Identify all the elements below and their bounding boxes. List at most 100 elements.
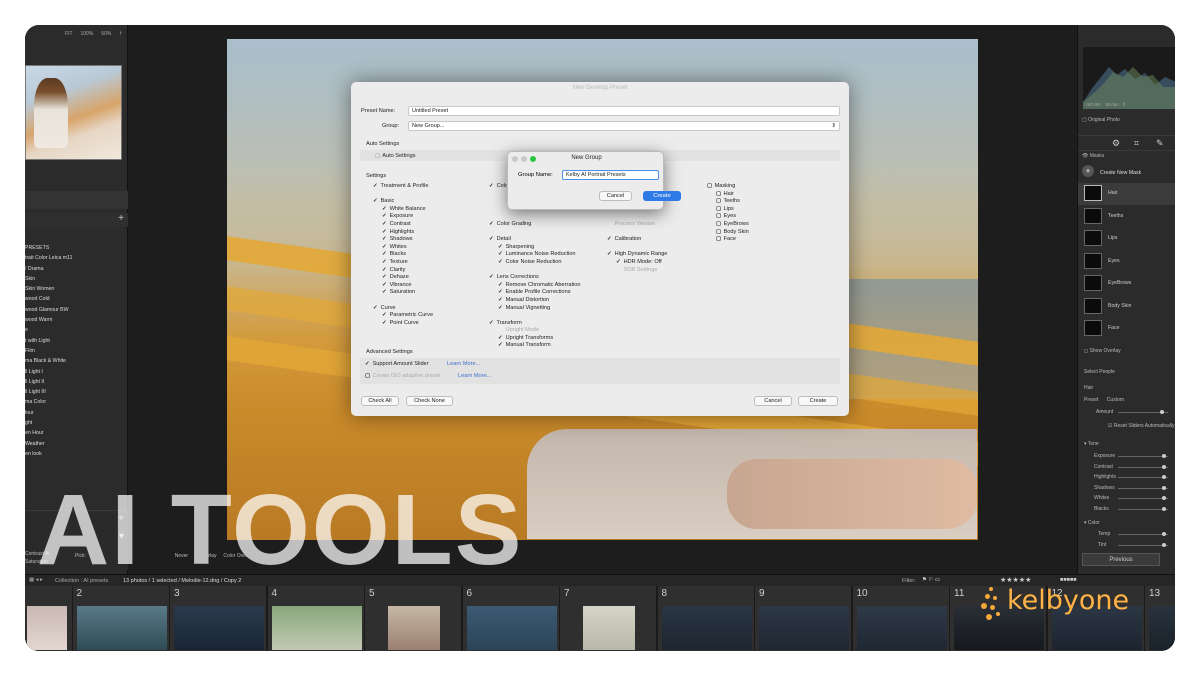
filmstrip-cell[interactable]: 7 xyxy=(560,586,657,651)
setting-checkbox[interactable]: ✓ Saturation xyxy=(373,289,433,297)
filter-flags-icon[interactable]: ⚑ ⚐ ▭ xyxy=(922,577,940,583)
preset-item[interactable]: Skin Women xyxy=(25,284,128,294)
setting-checkbox[interactable]: ✓ Treatment & Profile xyxy=(373,183,433,191)
mask-row[interactable]: Eyes xyxy=(1078,251,1175,273)
preset-item[interactable]: ma Color xyxy=(25,397,128,407)
grid-icon[interactable]: ▦ ◂ ▸ xyxy=(29,577,43,583)
setting-checkbox[interactable]: ✓ Dehaze xyxy=(373,274,433,282)
tone-slider[interactable] xyxy=(1118,464,1168,469)
setting-checkbox[interactable]: ✓ Manual Distortion xyxy=(489,297,581,305)
preset-item[interactable]: wood Glamour BW xyxy=(25,305,128,315)
create-new-mask-button[interactable]: + Create New Mask xyxy=(1082,165,1141,177)
setting-checkbox[interactable]: ▢ Face xyxy=(707,236,749,244)
setting-checkbox[interactable]: ✓ Remove Chromatic Aberration xyxy=(489,282,581,290)
support-amount-checkbox[interactable]: ✓ Support Amount Slider xyxy=(365,361,429,367)
setting-checkbox[interactable]: ✓ Basic xyxy=(373,198,433,206)
zoom-fit[interactable]: FIT xyxy=(65,31,73,37)
setting-checkbox[interactable]: ✓ Color Grading xyxy=(489,221,581,229)
setting-checkbox[interactable]: ▢ EyeBrows xyxy=(707,221,749,229)
tone-slider[interactable] xyxy=(1118,485,1168,490)
add-preset-icon[interactable]: + xyxy=(118,213,124,224)
filmstrip-cell[interactable]: 2 xyxy=(72,586,170,651)
setting-checkbox[interactable]: ▢ Teeths xyxy=(707,198,749,206)
auto-settings-checkbox[interactable]: ▢ Auto Settings xyxy=(375,153,416,159)
preset-item[interactable]: / Drama xyxy=(25,264,128,274)
mask-row[interactable]: EyeBrows xyxy=(1078,273,1175,295)
setting-checkbox[interactable]: ✓ Curve xyxy=(373,305,433,313)
learn-more-link[interactable]: Learn More... xyxy=(458,373,491,379)
tone-header[interactable]: ▾ Tone xyxy=(1084,441,1099,447)
setting-checkbox[interactable]: ✓ Calibration xyxy=(607,236,667,244)
filmstrip-cell[interactable]: 4 xyxy=(267,586,365,651)
reset-sliders-checkbox[interactable]: ☑ Reset Sliders Automatically xyxy=(1108,423,1174,429)
group-select[interactable]: New Group... ⇕ xyxy=(408,121,840,131)
setting-checkbox[interactable]: ▢ Lips xyxy=(707,206,749,214)
tone-slider[interactable] xyxy=(1118,496,1168,500)
zoom-100[interactable]: 100% xyxy=(81,31,94,37)
setting-checkbox[interactable]: ✓ Transform xyxy=(489,320,581,328)
toolbar-item[interactable]: Overlay xyxy=(199,553,216,559)
preset-item[interactable]: Skin xyxy=(25,274,128,284)
setting-checkbox[interactable]: Upright Mode xyxy=(489,327,581,335)
zoom-more[interactable]: † xyxy=(119,31,122,37)
mask-row[interactable]: Face xyxy=(1078,318,1175,340)
navigator-zoom-options[interactable]: FIT 100% 50% † xyxy=(65,31,130,37)
setting-checkbox[interactable]: ✓ Parametric Curve xyxy=(373,312,433,320)
mask-row[interactable]: Teeths xyxy=(1078,206,1175,228)
setting-checkbox[interactable]: ✓ Color Noise Reduction xyxy=(489,259,581,267)
preset-item[interactable]: wood Warm xyxy=(25,315,128,325)
filmstrip-cell[interactable] xyxy=(25,586,73,651)
toolbar-item[interactable]: Color Overlay xyxy=(223,553,254,559)
setting-checkbox[interactable]: ✓ Clarity xyxy=(373,267,433,275)
select-people[interactable]: Select People xyxy=(1084,369,1115,375)
setting-checkbox[interactable]: ✓ Exposure xyxy=(373,213,433,221)
preset-item[interactable]: ma Black & White xyxy=(25,356,128,366)
preset-item[interactable]: wood Cold xyxy=(25,294,128,304)
setting-checkbox[interactable]: ✓ Vibrance xyxy=(373,282,433,290)
setting-checkbox[interactable]: ✓ Texture xyxy=(373,259,433,267)
color-header[interactable]: ▾ Color xyxy=(1084,520,1100,526)
filmstrip-cell[interactable]: 3 xyxy=(170,586,267,651)
setting-checkbox[interactable]: Process Version xyxy=(607,221,667,229)
setting-checkbox[interactable]: ✓ HDR Mode: Off xyxy=(607,259,667,267)
group-name-input[interactable]: Kelby AI Portrait Presets xyxy=(562,170,659,180)
check-all-button[interactable]: Check All xyxy=(361,396,399,406)
setting-checkbox[interactable]: ▢ Hair xyxy=(707,191,749,199)
toolbar-item[interactable]: Pick: xyxy=(75,553,86,559)
preset-item[interactable]: trait Color Leica m11 xyxy=(25,253,128,263)
navigator-thumbnail[interactable] xyxy=(25,65,122,160)
masks-header[interactable]: 👁 Masks xyxy=(1082,153,1104,159)
new-group-cancel-button[interactable]: Cancel xyxy=(599,191,632,201)
filmstrip-cell[interactable]: 13 xyxy=(1145,586,1175,651)
preset-item[interactable]: ll Light II xyxy=(25,377,128,387)
setting-checkbox[interactable]: ✓ Blacks xyxy=(373,251,433,259)
color-slider[interactable] xyxy=(1118,542,1168,547)
color-slider[interactable] xyxy=(1118,532,1168,536)
preset-item[interactable]: ght xyxy=(25,418,128,428)
setting-checkbox[interactable]: ✓ High Dynamic Range xyxy=(607,251,667,259)
preset-item[interactable]: PRESETS xyxy=(25,243,128,253)
check-none-button[interactable]: Check None xyxy=(406,396,453,406)
filmstrip-cell[interactable]: 9 xyxy=(755,586,852,651)
tone-slider[interactable] xyxy=(1118,475,1168,479)
setting-checkbox[interactable]: ✓ Luminance Noise Reduction xyxy=(489,251,581,259)
crop-icon[interactable]: ⌗ xyxy=(1134,138,1139,149)
cancel-button[interactable]: Cancel xyxy=(754,396,792,406)
photo-count[interactable]: 13 photos / 1 selected / Melodie-12.dng … xyxy=(123,578,241,584)
amount-slider[interactable] xyxy=(1118,410,1168,414)
setting-checkbox[interactable]: ▢ Body Skin xyxy=(707,229,749,237)
preset-item[interactable]: Weather xyxy=(25,439,128,449)
color-label-filter-icon[interactable]: ■■■■■ xyxy=(1060,577,1077,583)
rating-stars-icon[interactable]: ★★★★★ xyxy=(1000,576,1031,584)
collection-label[interactable]: Collection : AI presets xyxy=(55,578,108,584)
preset-item[interactable]: e xyxy=(25,325,128,335)
brush-icon[interactable]: ✎ xyxy=(1156,138,1164,149)
mask-row[interactable]: Body Skin xyxy=(1078,296,1175,318)
toolbar-item[interactable]: Never xyxy=(175,553,188,559)
filmstrip-cell[interactable]: 6 xyxy=(462,586,560,651)
preset-row[interactable]: Preset Custom xyxy=(1084,397,1124,403)
zoom-50[interactable]: 50% xyxy=(101,31,111,37)
filmstrip-cell[interactable]: 10 xyxy=(852,586,950,651)
show-overlay[interactable]: ◻ Show Overlay xyxy=(1084,348,1121,354)
setting-checkbox[interactable]: ✓ Lens Corrections xyxy=(489,274,581,282)
